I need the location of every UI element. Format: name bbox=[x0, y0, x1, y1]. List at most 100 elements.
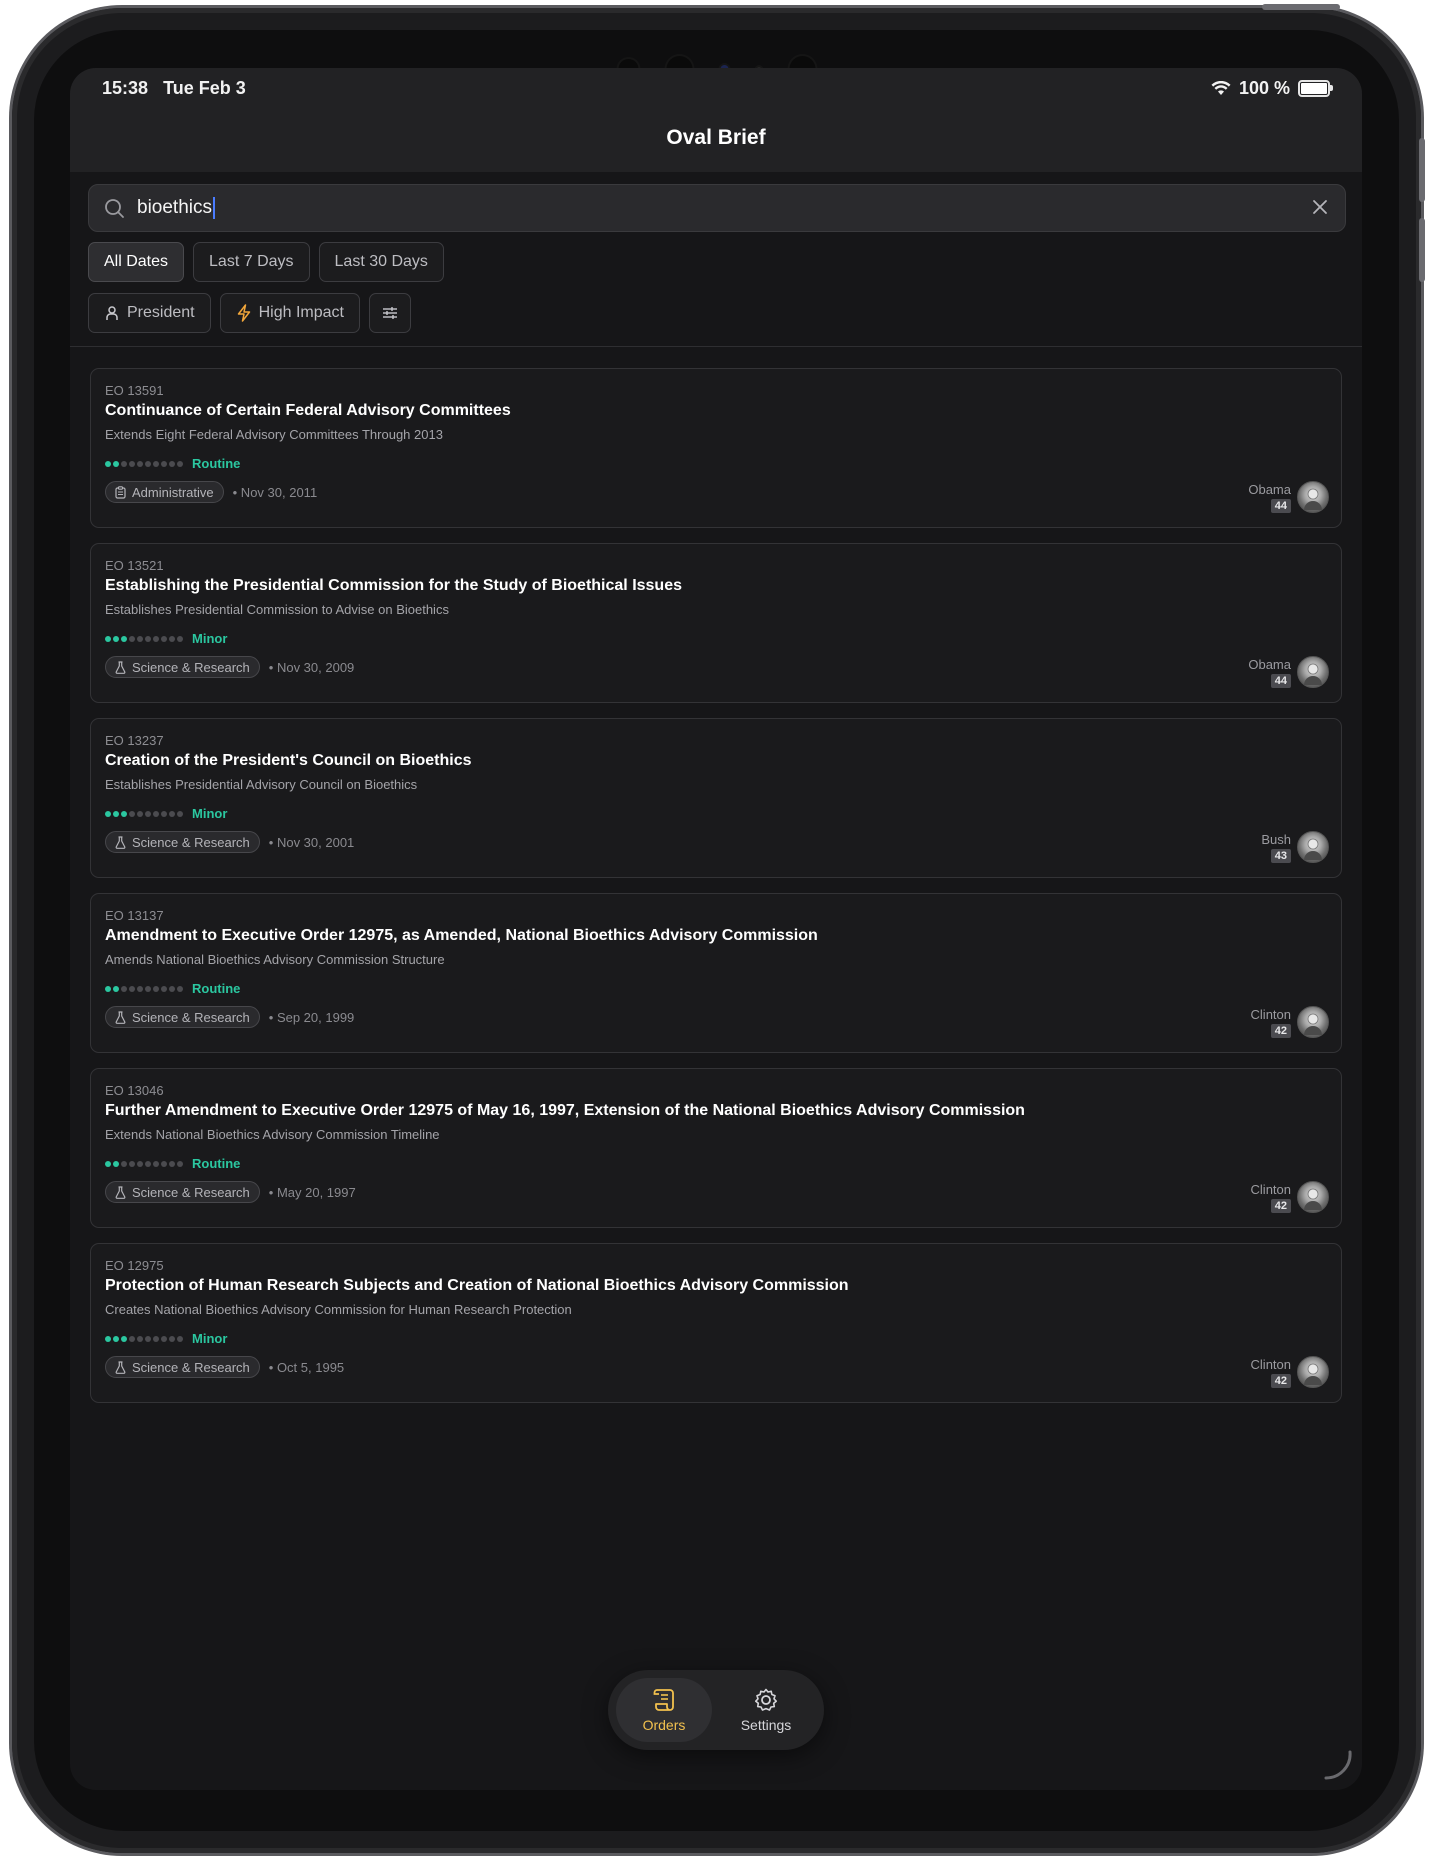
tab-orders[interactable]: Orders bbox=[616, 1678, 712, 1742]
impact-dot bbox=[113, 985, 119, 992]
order-number: EO 13046 bbox=[105, 1083, 164, 1098]
flask-icon bbox=[115, 835, 126, 849]
high-impact-filter-label: High Impact bbox=[258, 304, 344, 321]
impact-dot bbox=[129, 635, 135, 642]
tab-settings-label: Settings bbox=[740, 1717, 792, 1733]
search-input[interactable]: bioethics bbox=[137, 196, 215, 219]
order-meta: Science & Research • Nov 30, 2001 bbox=[105, 831, 354, 853]
header-divider bbox=[70, 346, 1362, 347]
order-meta: Science & Research • Nov 30, 2009 bbox=[105, 656, 354, 678]
order-card[interactable]: EO 13591 Continuance of Certain Federal A… bbox=[90, 368, 1342, 528]
order-card[interactable]: EO 13137 Amendment to Executive Order 129… bbox=[90, 893, 1342, 1053]
impact-dot bbox=[105, 985, 111, 992]
order-date: • Oct 5, 1995 bbox=[268, 1359, 345, 1375]
impact-dot bbox=[137, 1335, 143, 1342]
tab-bar: Orders Settings bbox=[608, 1670, 824, 1750]
president-name: Clinton bbox=[1250, 1356, 1291, 1372]
impact-meter: Minor bbox=[105, 806, 227, 821]
order-card[interactable]: EO 13237 Creation of the President's Coun… bbox=[90, 718, 1342, 878]
impact-dot bbox=[153, 810, 159, 817]
president-text: Obama 44 bbox=[1248, 482, 1291, 513]
impact-dot bbox=[137, 985, 143, 992]
sliders-icon bbox=[382, 307, 397, 319]
impact-dot bbox=[153, 985, 159, 992]
filter-last-7-days[interactable]: Last 7 Days bbox=[193, 242, 310, 282]
president-filter-button[interactable]: President bbox=[88, 293, 211, 333]
category-label: Science & Research bbox=[132, 659, 250, 675]
app-screen: 15:38 Tue Feb 3 100 % Oval Brief bioethi… bbox=[70, 68, 1362, 1790]
impact-dot bbox=[129, 985, 135, 992]
high-impact-filter-button[interactable]: High Impact bbox=[219, 293, 360, 333]
impact-dot bbox=[113, 1335, 119, 1342]
impact-dot bbox=[161, 1160, 167, 1167]
impact-dot bbox=[105, 460, 111, 467]
person-icon bbox=[106, 306, 118, 320]
president-text: Clinton 42 bbox=[1251, 1007, 1291, 1038]
page-title: Oval Brief bbox=[666, 126, 766, 149]
impact-dot bbox=[113, 810, 119, 817]
president-name: Bush bbox=[1261, 831, 1291, 847]
impact-dot bbox=[169, 1335, 175, 1342]
impact-dot bbox=[113, 1160, 119, 1167]
impact-dot bbox=[153, 1335, 159, 1342]
president-info: Obama 44 bbox=[1248, 656, 1329, 688]
impact-dot bbox=[129, 810, 135, 817]
order-title: Amendment to Executive Order 12975, as A… bbox=[105, 927, 818, 944]
category-label: Administrative bbox=[132, 484, 214, 500]
status-indicators: 100 % bbox=[1211, 78, 1333, 99]
impact-dot bbox=[145, 1335, 151, 1342]
close-icon[interactable] bbox=[1309, 196, 1331, 218]
filter-all-dates[interactable]: All Dates bbox=[88, 242, 185, 282]
order-meta: Science & Research • Oct 5, 1995 bbox=[105, 1356, 344, 1378]
president-info: Clinton 42 bbox=[1251, 1356, 1329, 1388]
filter-last-30-days[interactable]: Last 30 Days bbox=[318, 242, 444, 282]
more-filters-button[interactable] bbox=[368, 293, 411, 333]
volume-down-button bbox=[1419, 218, 1425, 282]
impact-meter: Minor bbox=[105, 1331, 227, 1346]
wifi-icon bbox=[1211, 81, 1231, 95]
president-number: 42 bbox=[1270, 1373, 1291, 1388]
impact-label: Minor bbox=[192, 631, 228, 646]
order-card[interactable]: EO 12975 Protection of Human Research Sub… bbox=[90, 1243, 1342, 1403]
president-name: Obama bbox=[1248, 481, 1291, 497]
category-tag: Science & Research bbox=[105, 1006, 260, 1028]
president-filter-label: President bbox=[127, 304, 195, 321]
order-card[interactable]: EO 13521 Establishing the Presidential Co… bbox=[90, 543, 1342, 703]
order-title: Protection of Human Research Subjects an… bbox=[105, 1277, 849, 1294]
impact-dot bbox=[177, 985, 183, 992]
impact-label: Routine bbox=[192, 456, 241, 471]
search-value: bioethics bbox=[137, 197, 212, 218]
order-title: Creation of the President's Council on B… bbox=[105, 752, 472, 769]
impact-dot bbox=[145, 1160, 151, 1167]
flask-icon bbox=[115, 660, 126, 674]
impact-dot bbox=[177, 1160, 183, 1167]
president-portrait bbox=[1304, 663, 1322, 685]
impact-meter: Routine bbox=[105, 456, 240, 471]
impact-dot bbox=[177, 460, 183, 467]
impact-dot bbox=[105, 1335, 111, 1342]
impact-dot bbox=[145, 460, 151, 467]
tab-settings[interactable]: Settings bbox=[718, 1678, 814, 1742]
impact-label: Routine bbox=[192, 1156, 241, 1171]
date-filter-row: All Dates Last 7 Days Last 30 Days bbox=[88, 242, 444, 282]
impact-dot bbox=[121, 1160, 127, 1167]
search-bar[interactable]: bioethics bbox=[88, 184, 1346, 232]
impact-dot bbox=[129, 1160, 135, 1167]
order-number: EO 13237 bbox=[105, 733, 164, 748]
president-info: Obama 44 bbox=[1248, 481, 1329, 513]
category-label: Science & Research bbox=[132, 834, 250, 850]
impact-dot bbox=[105, 810, 111, 817]
president-portrait bbox=[1304, 838, 1322, 860]
impact-dot bbox=[161, 635, 167, 642]
tab-orders-label: Orders bbox=[642, 1717, 686, 1733]
president-portrait bbox=[1304, 1013, 1322, 1035]
category-label: Science & Research bbox=[132, 1184, 250, 1200]
status-time: 15:38 bbox=[102, 78, 149, 98]
order-subtitle: Extends Eight Federal Advisory Committee… bbox=[105, 427, 443, 442]
clipboard-icon bbox=[115, 485, 126, 499]
impact-dot bbox=[145, 985, 151, 992]
president-number: 42 bbox=[1270, 1023, 1291, 1038]
impact-dot bbox=[161, 810, 167, 817]
president-info: Clinton 42 bbox=[1251, 1181, 1329, 1213]
order-card[interactable]: EO 13046 Further Amendment to Executive O… bbox=[90, 1068, 1342, 1228]
